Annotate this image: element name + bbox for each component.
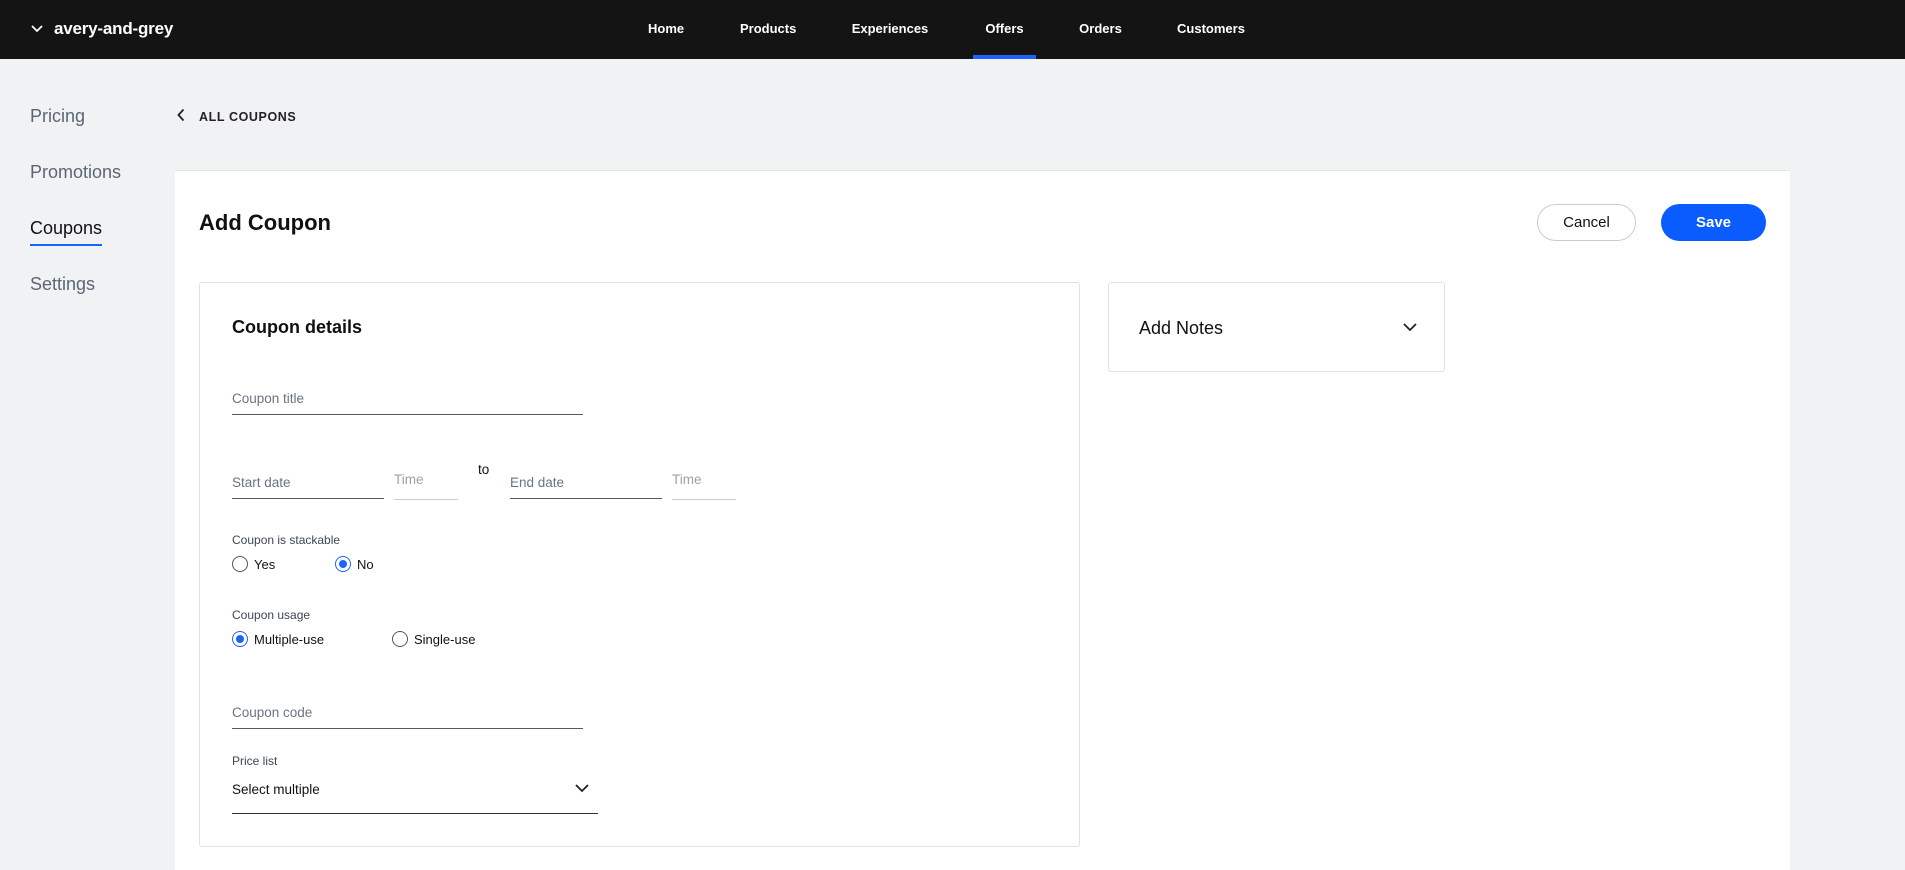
coupon-details-panel <box>199 282 1080 847</box>
usage-multiple-label: Multiple-use <box>254 631 325 647</box>
radio-unchecked-icon <box>392 631 408 647</box>
nav-item-orders[interactable]: Orders <box>1078 0 1123 59</box>
sidebar-item-promotions[interactable]: Promotions <box>30 162 121 183</box>
usage-single-label: Single-use <box>414 631 476 647</box>
nav-item-home[interactable]: Home <box>648 0 684 59</box>
store-switcher[interactable]: avery-and-grey <box>30 16 173 42</box>
radio-checked-icon <box>232 631 248 647</box>
date-range-separator: to <box>478 462 490 477</box>
back-link-label: ALL COUPONS <box>199 109 297 124</box>
sidebar-item-coupons[interactable]: Coupons <box>30 218 103 246</box>
coupon-title-field <box>232 372 583 415</box>
coupon-title-input[interactable] <box>232 391 583 406</box>
stackable-no-radio[interactable]: No <box>335 556 374 572</box>
coupon-details-title: Coupon details <box>232 317 362 337</box>
price-list-label: Price list <box>232 754 278 768</box>
radio-unchecked-icon <box>232 556 248 572</box>
usage-multiple-radio[interactable]: Multiple-use <box>232 631 324 647</box>
page-title: Add Coupon <box>199 210 331 235</box>
end-time-input[interactable] <box>672 472 736 487</box>
stackable-yes-radio[interactable]: Yes <box>232 556 275 572</box>
save-button[interactable]: Save <box>1661 204 1766 241</box>
store-name: avery-and-grey <box>54 19 174 38</box>
add-notes-title: Add Notes <box>1139 318 1224 338</box>
radio-checked-icon <box>335 556 351 572</box>
usage-label: Coupon usage <box>232 608 311 622</box>
sidebar-item-settings[interactable]: Settings <box>30 274 95 295</box>
stackable-no-label: No <box>357 556 374 572</box>
end-date-field <box>510 456 662 499</box>
all-coupons-back-link[interactable]: ALL COUPONS <box>177 108 296 125</box>
coupon-code-input[interactable] <box>232 705 583 720</box>
nav-item-products[interactable]: Products <box>740 0 796 59</box>
price-list-select[interactable]: Select multiple <box>232 774 598 814</box>
start-date-input[interactable] <box>232 475 384 490</box>
chevron-down-icon <box>30 24 44 34</box>
price-list-value: Select multiple <box>232 782 320 797</box>
stackable-yes-label: Yes <box>254 556 276 572</box>
cancel-button[interactable]: Cancel <box>1537 204 1636 241</box>
nav-item-offers[interactable]: Offers <box>973 0 1036 59</box>
sidebar-item-pricing[interactable]: Pricing <box>30 106 85 127</box>
stackable-label: Coupon is stackable <box>232 533 341 547</box>
top-navigation-bar: avery-and-grey Home Products Experiences… <box>0 0 1905 59</box>
start-time-input[interactable] <box>394 472 458 487</box>
chevron-down-icon <box>1403 323 1417 332</box>
end-date-input[interactable] <box>510 475 662 490</box>
coupon-code-field <box>232 686 583 729</box>
nav-item-experiences[interactable]: Experiences <box>851 0 929 59</box>
start-time-field <box>394 456 458 500</box>
add-notes-panel[interactable]: Add Notes <box>1108 282 1445 372</box>
end-time-field <box>672 456 736 500</box>
chevron-left-icon <box>177 108 185 125</box>
start-date-field <box>232 456 384 499</box>
nav-item-customers[interactable]: Customers <box>1177 0 1245 59</box>
usage-single-radio[interactable]: Single-use <box>392 631 475 647</box>
